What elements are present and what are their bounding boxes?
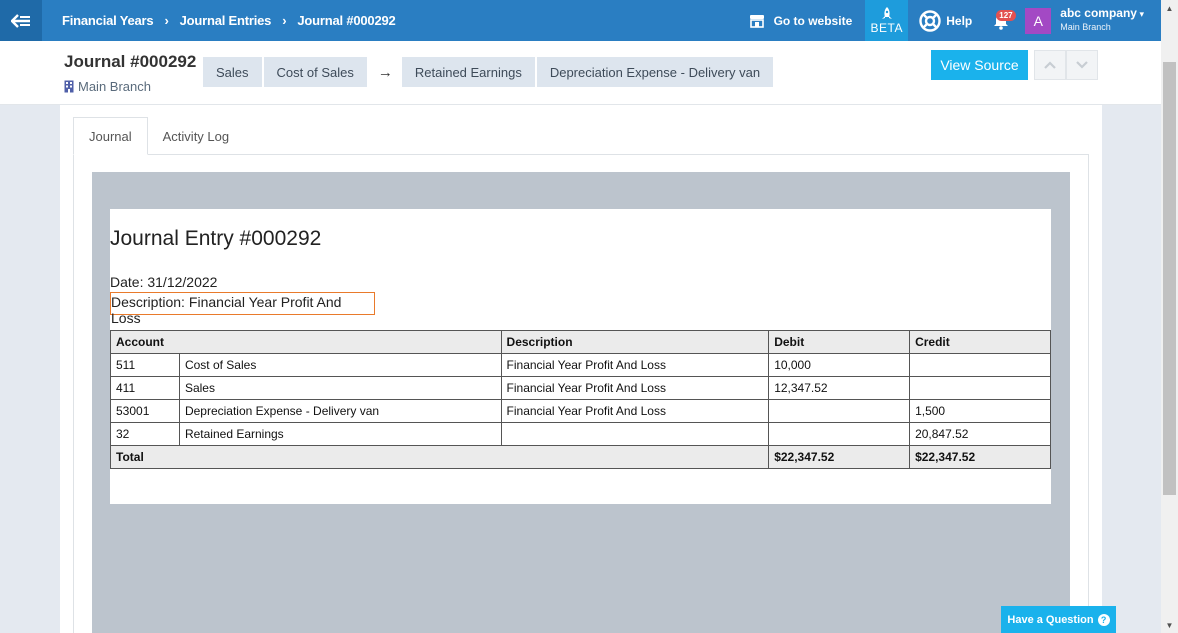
account-name: Sales <box>178 376 502 400</box>
tab-journal[interactable]: Journal <box>73 117 148 155</box>
account-code: 53001 <box>110 399 180 423</box>
tag-retained-earnings[interactable]: Retained Earnings <box>401 57 535 87</box>
date-value: 31/12/2022 <box>147 274 218 290</box>
notifications-button[interactable]: 127 <box>990 6 1016 36</box>
table-header-row: Account Description Debit Credit <box>110 330 1051 354</box>
tag-sales[interactable]: Sales <box>203 57 262 87</box>
account-code: 32 <box>110 422 180 446</box>
nav-actions: Go to website BETA Help 127 A abc compan… <box>749 0 1161 41</box>
column-header-description: Description <box>500 330 770 354</box>
vertical-scrollbar[interactable]: ▲ ▼ <box>1161 0 1178 633</box>
line-description: Financial Year Profit And Loss <box>500 376 770 400</box>
document-title: Journal Entry #000292 <box>110 227 322 250</box>
rocket-icon <box>881 6 892 19</box>
avatar[interactable]: A <box>1025 7 1052 34</box>
help-button[interactable]: Help <box>919 9 973 32</box>
account-name: Retained Earnings <box>178 422 502 446</box>
page-title: Journal #000292 <box>64 52 197 71</box>
beta-button[interactable]: BETA <box>865 0 909 41</box>
column-header-credit: Credit <box>909 330 1051 354</box>
lifebuoy-icon <box>919 9 941 32</box>
question-icon: ? <box>1097 613 1110 626</box>
breadcrumb-journal-entries[interactable]: Journal Entries <box>180 13 272 28</box>
chevron-up-icon <box>1044 61 1056 69</box>
date-label: Date: <box>110 274 144 290</box>
back-button[interactable] <box>0 0 42 41</box>
breadcrumb-financial-years[interactable]: Financial Years <box>62 13 154 28</box>
breadcrumb-current: Journal #000292 <box>297 13 396 28</box>
help-label: Help <box>946 13 973 28</box>
line-description <box>500 422 770 446</box>
breadcrumb-separator: › <box>164 13 169 28</box>
account-name: Depreciation Expense - Delivery van <box>178 399 502 423</box>
document-date: Date: 31/12/2022 <box>110 274 217 290</box>
credit-value <box>909 376 1051 400</box>
company-branch: Main Branch <box>1060 22 1111 32</box>
account-code: 411 <box>110 376 180 400</box>
building-icon <box>64 80 74 93</box>
tag-depreciation-expense[interactable]: Depreciation Expense - Delivery van <box>536 57 774 87</box>
beta-label: BETA <box>870 20 903 35</box>
total-label: Total <box>109 445 770 469</box>
branch-label: Main Branch <box>64 79 151 94</box>
back-arrow-icon <box>11 13 30 28</box>
go-to-website-link[interactable]: Go to website <box>749 13 853 28</box>
have-a-question-label: Have a Question <box>1007 613 1094 626</box>
company-name: abc company <box>1060 7 1144 21</box>
chevron-down-icon <box>1076 61 1088 69</box>
scrollbar-thumb[interactable] <box>1163 62 1176 495</box>
top-navbar: Financial Years › Journal Entries › Jour… <box>0 0 1161 41</box>
table-row: 53001 Depreciation Expense - Delivery va… <box>110 399 1051 423</box>
column-header-debit: Debit <box>768 330 911 354</box>
previous-record-button[interactable] <box>1034 50 1066 80</box>
company-switcher[interactable]: abc company Main Branch <box>1060 7 1144 34</box>
credit-value: 1,500 <box>909 399 1051 423</box>
total-debit: $22,347.52 <box>768 445 911 469</box>
debit-value: 10,000 <box>768 353 911 377</box>
table-row: 32 Retained Earnings 20,847.52 <box>110 422 1051 446</box>
page-header: Journal #000292 Main Branch Sales Cost o… <box>0 41 1161 105</box>
tag-cost-of-sales[interactable]: Cost of Sales <box>263 57 367 87</box>
branch-name: Main Branch <box>78 79 151 94</box>
description-label: Description: <box>111 294 185 310</box>
total-row: Total $22,347.52 $22,347.52 <box>109 445 1051 469</box>
tab-activity-log[interactable]: Activity Log <box>148 117 244 155</box>
column-header-account: Account <box>110 330 502 354</box>
account-name: Cost of Sales <box>178 353 502 377</box>
record-pager <box>1034 50 1098 80</box>
table-row: 411 Sales Financial Year Profit And Loss… <box>110 376 1051 400</box>
journal-lines-table: Account Description Debit Credit 511 Cos… <box>109 330 1051 469</box>
debit-value <box>768 422 911 446</box>
arrow-right-icon: → <box>377 63 393 81</box>
have-a-question-button[interactable]: Have a Question ? <box>1001 606 1116 633</box>
breadcrumb: Financial Years › Journal Entries › Jour… <box>62 0 396 41</box>
go-to-website-label: Go to website <box>773 13 853 28</box>
account-tags: Sales Cost of Sales → Retained Earnings … <box>203 57 775 87</box>
document-description: Description: Financial Year Profit And Lo… <box>110 292 375 326</box>
debit-value: 12,347.52 <box>768 376 911 400</box>
notifications-badge: 127 <box>996 9 1016 21</box>
credit-value: 20,847.52 <box>909 422 1051 446</box>
tab-bar: Journal Activity Log <box>73 117 244 155</box>
debit-value <box>768 399 911 423</box>
scroll-down-icon[interactable]: ▼ <box>1161 617 1178 633</box>
table-row: 511 Cost of Sales Financial Year Profit … <box>110 353 1051 377</box>
view-source-button[interactable]: View Source <box>931 50 1028 80</box>
journal-document: Journal Entry #000292 Date: 31/12/2022 D… <box>109 209 1051 504</box>
scroll-up-icon[interactable]: ▲ <box>1161 0 1178 16</box>
breadcrumb-separator: › <box>282 13 287 28</box>
total-credit: $22,347.52 <box>909 445 1051 469</box>
account-code: 511 <box>110 353 180 377</box>
next-record-button[interactable] <box>1066 50 1098 80</box>
storefront-icon <box>749 14 764 28</box>
credit-value <box>909 353 1051 377</box>
line-description: Financial Year Profit And Loss <box>500 399 770 423</box>
line-description: Financial Year Profit And Loss <box>500 353 770 377</box>
